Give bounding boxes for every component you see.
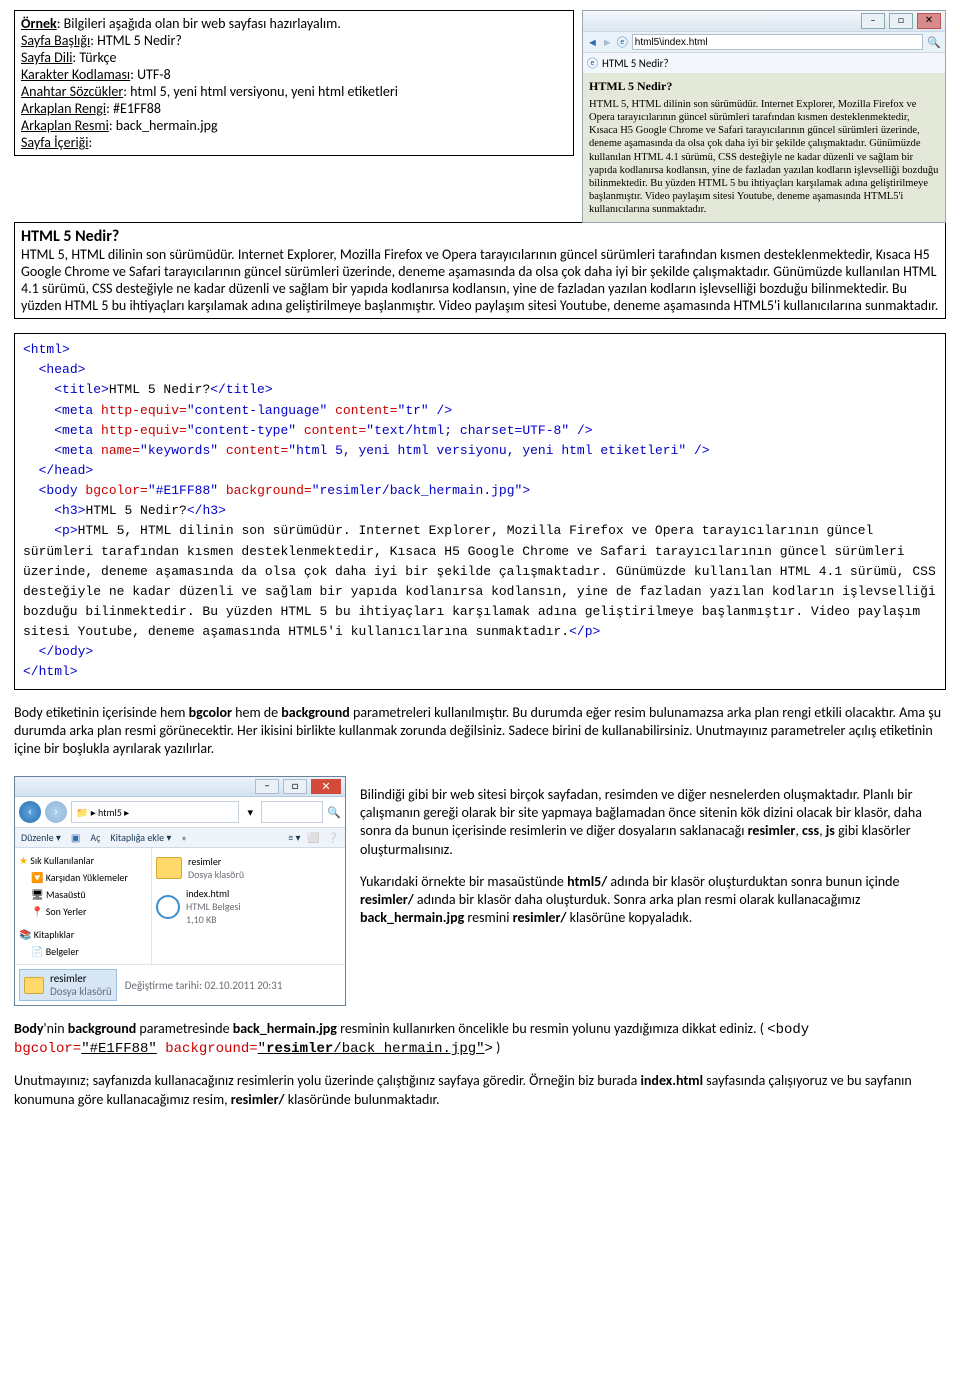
toolbar-duzenle[interactable]: Düzenle ▾ — [21, 831, 61, 844]
file-explorer: – □ ✕ ‹ › 📁 ▸ html5 ▸ ▾ 🔍 Düzenle ▾ ▣Aç … — [14, 776, 346, 1006]
preview-heading: HTML 5 Nedir? — [589, 79, 939, 94]
para-bgcolor-background: Body etiketinin içerisinde hem bgcolor h… — [14, 704, 946, 759]
bgcolor-label: Arkaplan Rengi — [21, 100, 106, 117]
address-bar[interactable] — [632, 34, 924, 50]
breadcrumb[interactable]: 📁 ▸ html5 ▸ — [71, 801, 239, 823]
help-icon[interactable]: ❔ — [327, 831, 339, 844]
baslik-label: Sayfa Başlığı — [21, 32, 90, 49]
folder-icon — [156, 857, 182, 879]
baslik-value: : HTML 5 Nedir? — [90, 32, 182, 49]
dil-value: : Türkçe — [72, 49, 116, 66]
keywords-label: Anahtar Sözcükler — [21, 83, 123, 100]
para-relative-path: Unutmayınız; sayfanızda kullanacağınız r… — [14, 1072, 946, 1108]
status-text: Değiştirme tarihi: 02.10.2011 20:31 — [125, 979, 283, 992]
search-icon[interactable]: 🔍 — [327, 806, 341, 819]
search-input[interactable] — [261, 801, 323, 823]
example-spec-box: Örnek: Bilgileri aşağıda olan bir web sa… — [14, 10, 574, 156]
charset-value: : UTF-8 — [130, 66, 171, 83]
list-item[interactable]: resimler Dosya klasörü — [156, 852, 341, 884]
content-body: HTML 5, HTML dilinin son sürümüdür. Inte… — [21, 246, 939, 314]
minimize-icon[interactable]: – — [861, 13, 885, 29]
selected-name: resimler — [50, 972, 112, 985]
selected-type: Dosya klasörü — [50, 985, 112, 998]
bgimg-value: : back_hermain.jpg — [109, 117, 218, 134]
keywords-value: : html 5, yeni html versiyonu, yeni html… — [123, 83, 398, 100]
bgcolor-value: : #E1FF88 — [106, 100, 161, 117]
forward-icon[interactable]: ► — [602, 36, 613, 49]
toolbar-ac[interactable]: Aç — [90, 831, 100, 844]
content-heading: HTML 5 Nedir? — [21, 227, 939, 246]
list-item[interactable]: index.html HTML Belgesi 1,10 KB — [156, 884, 341, 929]
icerik-label: Sayfa İçeriği — [21, 134, 88, 151]
bgimg-label: Arkaplan Resmi — [21, 117, 109, 134]
browser-preview: – □ ✕ ◄ ► ⓔ 🔍 ⓔ HTML 5 Nedir? HTML 5 Ned… — [582, 10, 946, 223]
ornek-label: Örnek — [21, 15, 57, 32]
forward-icon[interactable]: › — [45, 801, 67, 823]
file-list[interactable]: resimler Dosya klasörü index.html HTML B… — [152, 848, 345, 964]
minimize-icon[interactable]: – — [255, 779, 279, 794]
ie-icon: ⓔ — [587, 55, 598, 71]
tab-title[interactable]: HTML 5 Nedir? — [602, 57, 669, 70]
folder-icon — [24, 977, 44, 994]
toolbar-kitap[interactable]: Kitaplığa ekle ▾ — [110, 831, 171, 844]
toolbar-chevron[interactable]: » — [181, 831, 186, 844]
para-background-path: Body'nin background parametresinde back_… — [14, 1020, 946, 1058]
close-icon[interactable]: ✕ — [311, 779, 341, 794]
back-icon[interactable]: ◄ — [587, 36, 598, 49]
icerik-colon: : — [88, 134, 92, 151]
folder-tree[interactable]: ★ Sık Kullanılanlar 🔽 Karşıdan Yüklemele… — [15, 848, 152, 964]
ie-icon — [156, 895, 180, 919]
code-box: <html> <head> <title>HTML 5 Nedir?</titl… — [14, 333, 946, 689]
charset-label: Karakter Kodlaması — [21, 66, 130, 83]
search-icon[interactable]: 🔍 — [927, 36, 941, 49]
preview-body: HTML 5, HTML dilinin son sürümüdür. Inte… — [589, 98, 939, 216]
back-icon[interactable]: ‹ — [19, 801, 41, 823]
maximize-icon[interactable]: □ — [283, 779, 307, 794]
content-box: HTML 5 Nedir? HTML 5, HTML dilinin son s… — [14, 222, 946, 319]
close-icon[interactable]: ✕ — [917, 13, 941, 29]
dil-label: Sayfa Dili — [21, 49, 72, 66]
ornek-text: : Bilgileri aşağıda olan bir web sayfası… — [57, 15, 341, 32]
ie-icon: ⓔ — [617, 34, 628, 50]
maximize-icon[interactable]: □ — [889, 13, 913, 29]
para-folder-structure: Bilindiği gibi bir web sitesi birçok say… — [360, 772, 946, 941]
